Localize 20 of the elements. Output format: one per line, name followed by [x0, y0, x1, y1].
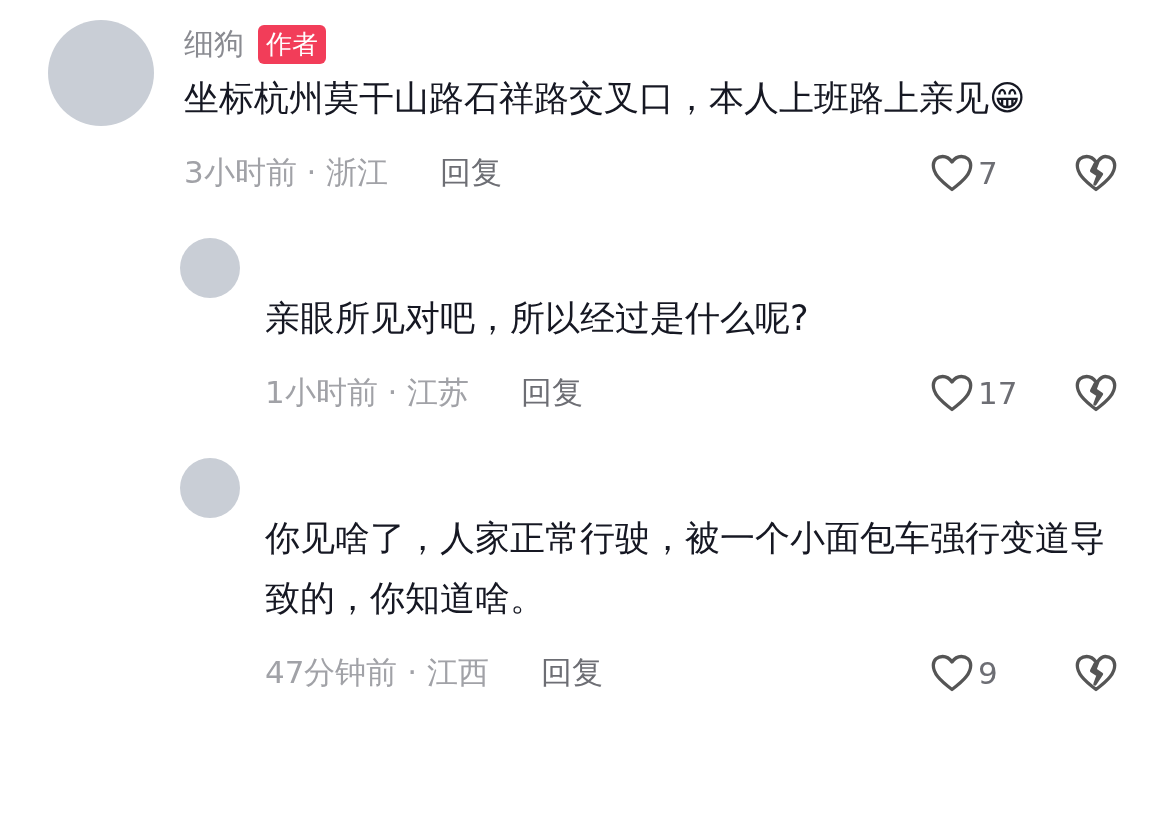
reply-link[interactable]: 回复: [440, 152, 503, 194]
heart-icon[interactable]: [930, 153, 974, 193]
comment-text: 你见啥了，人家正常行驶，被一个小面包车强行变道导致的，你知道啥。: [265, 517, 1106, 620]
comment-time-location: 3小时前 · 浙江: [184, 153, 389, 192]
comment-text: 亲眼所见对吧，所以经过是什么呢?: [265, 297, 810, 340]
heart-icon[interactable]: [930, 373, 974, 413]
comment-time-location: 47分钟前 · 江西: [265, 653, 489, 692]
heart-icon[interactable]: [930, 653, 974, 693]
comment-time-location: 1小时前 · 江苏: [265, 373, 470, 412]
broken-heart-icon[interactable]: [1074, 153, 1118, 193]
broken-heart-icon[interactable]: [1074, 373, 1118, 413]
like-count: 17: [978, 375, 1019, 411]
broken-heart-icon[interactable]: [1074, 653, 1118, 693]
like-count: 9: [978, 655, 999, 691]
reply-link[interactable]: 回复: [521, 372, 584, 414]
author-badge: 作者: [258, 24, 326, 64]
reply-link[interactable]: 回复: [541, 652, 603, 694]
like-count: 7: [978, 155, 999, 191]
comment-text: 坐标杭州莫干山路石祥路交叉口，本人上班路上亲见😁: [184, 77, 1027, 120]
author-name[interactable]: 细狗: [184, 23, 244, 65]
